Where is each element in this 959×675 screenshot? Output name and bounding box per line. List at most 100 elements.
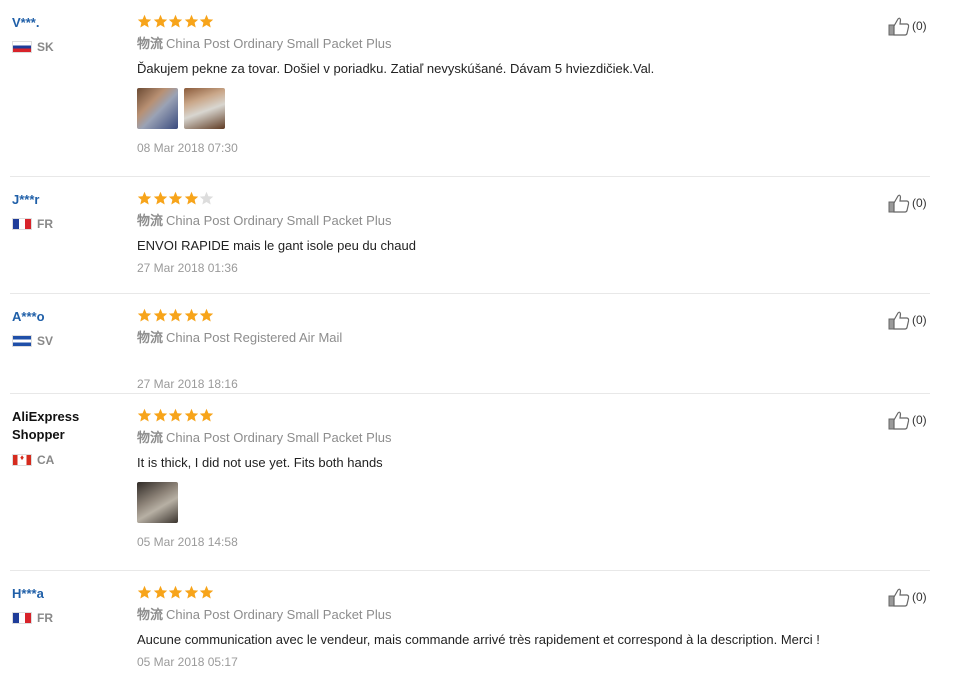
- star-filled-icon: [168, 308, 183, 322]
- star-filled-icon: [153, 308, 167, 322]
- reviewer: A***o SV: [12, 308, 122, 348]
- review-content: 物流 China Post Ordinary Small Packet Plus …: [137, 408, 877, 550]
- star-rating: [137, 308, 877, 324]
- flag-ca-icon: [12, 453, 32, 466]
- reviewer: H***a FR: [12, 585, 122, 625]
- star-filled-icon: [168, 191, 183, 205]
- review-photos: [137, 88, 877, 129]
- star-filled-icon: [199, 585, 214, 599]
- star-filled-icon: [137, 14, 152, 28]
- reviewer: V***. SK: [12, 14, 122, 54]
- shipping-method: 物流 China Post Registered Air Mail: [137, 330, 877, 346]
- reviewer-country: SV: [12, 334, 122, 348]
- star-filled-icon: [184, 191, 198, 205]
- reviewer-country: FR: [12, 611, 122, 625]
- star-rating: [137, 191, 877, 207]
- star-empty-icon: [199, 191, 214, 205]
- reviewer-country: CA: [12, 453, 122, 467]
- star-filled-icon: [184, 14, 198, 28]
- shipping-method: 物流 China Post Ordinary Small Packet Plus: [137, 213, 877, 229]
- review-comment: Aucune communication avec le vendeur, ma…: [137, 632, 820, 647]
- review-comment: It is thick, I did not use yet. Fits bot…: [137, 455, 383, 470]
- review-photo-thumbnail[interactable]: [137, 88, 178, 129]
- helpful-count: (0): [912, 590, 927, 604]
- review-date: 05 Mar 2018 05:17: [137, 655, 238, 669]
- country-code: SK: [37, 40, 54, 54]
- review-content: 物流 China Post Registered Air Mail 27 Mar …: [137, 308, 877, 392]
- reviewer-name[interactable]: H***a: [12, 585, 122, 603]
- review-comment: [137, 355, 877, 371]
- shipping-label: 物流: [137, 330, 164, 345]
- country-code: SV: [37, 334, 54, 348]
- star-rating: [137, 408, 877, 424]
- review-photos: [137, 482, 877, 523]
- shipping-text: China Post Ordinary Small Packet Plus: [166, 36, 392, 51]
- review-comment: Ďakujem pekne za tovar. Došiel v poriadk…: [137, 61, 655, 76]
- reviewer: J***r FR: [12, 191, 122, 231]
- review-comment: ENVOI RAPIDE mais le gant isole peu du c…: [137, 238, 416, 253]
- flag-sv-icon: [12, 335, 32, 347]
- shipping-label: 物流: [137, 36, 164, 51]
- star-filled-icon: [168, 585, 183, 599]
- thumbs-up-icon: [888, 194, 910, 213]
- reviewer-name[interactable]: V***.: [12, 14, 122, 32]
- star-filled-icon: [168, 408, 183, 422]
- star-filled-icon: [137, 585, 152, 599]
- reviewer: AliExpress Shopper CA: [12, 408, 122, 467]
- helpful-button[interactable]: (0): [888, 193, 927, 213]
- star-filled-icon: [184, 585, 198, 599]
- review-divider: [10, 176, 930, 177]
- thumbs-up-icon: [888, 411, 910, 430]
- review-date: 08 Mar 2018 07:30: [137, 141, 238, 155]
- star-filled-icon: [137, 308, 152, 322]
- review-divider: [10, 393, 930, 394]
- shipping-method: 物流 China Post Ordinary Small Packet Plus: [137, 36, 877, 52]
- review-content: 物流 China Post Ordinary Small Packet Plus …: [137, 585, 877, 670]
- star-filled-icon: [168, 14, 183, 28]
- star-filled-icon: [184, 408, 198, 422]
- review-content: 物流 China Post Ordinary Small Packet Plus …: [137, 14, 877, 156]
- helpful-button[interactable]: (0): [888, 16, 927, 36]
- helpful-count: (0): [912, 313, 927, 327]
- review-date: 05 Mar 2018 14:58: [137, 535, 238, 549]
- star-filled-icon: [153, 408, 167, 422]
- shipping-method: 物流 China Post Ordinary Small Packet Plus: [137, 607, 877, 623]
- star-filled-icon: [199, 308, 214, 322]
- shipping-label: 物流: [137, 213, 164, 228]
- thumbs-up-icon: [888, 311, 910, 330]
- review-photo-thumbnail[interactable]: [184, 88, 225, 129]
- review-photo-thumbnail[interactable]: [137, 482, 178, 523]
- star-filled-icon: [153, 191, 167, 205]
- star-filled-icon: [184, 308, 198, 322]
- star-filled-icon: [153, 585, 167, 599]
- country-code: FR: [37, 217, 53, 231]
- thumbs-up-icon: [888, 17, 910, 36]
- helpful-count: (0): [912, 196, 927, 210]
- star-filled-icon: [137, 408, 152, 422]
- helpful-button[interactable]: (0): [888, 587, 927, 607]
- star-rating: [137, 585, 877, 601]
- review-content: 物流 China Post Ordinary Small Packet Plus …: [137, 191, 877, 276]
- shipping-label: 物流: [137, 607, 164, 622]
- shipping-text: China Post Ordinary Small Packet Plus: [166, 607, 392, 622]
- shipping-text: China Post Ordinary Small Packet Plus: [166, 213, 392, 228]
- star-filled-icon: [137, 191, 152, 205]
- star-filled-icon: [199, 14, 214, 28]
- helpful-button[interactable]: (0): [888, 310, 927, 330]
- shipping-text: China Post Registered Air Mail: [166, 330, 343, 345]
- review-date: 27 Mar 2018 18:16: [137, 377, 238, 391]
- shipping-method: 物流 China Post Ordinary Small Packet Plus: [137, 430, 877, 446]
- shipping-label: 物流: [137, 430, 164, 445]
- helpful-button[interactable]: (0): [888, 410, 927, 430]
- country-code: CA: [37, 453, 55, 467]
- flag-fr-icon: [12, 612, 32, 624]
- reviewer-name[interactable]: J***r: [12, 191, 122, 209]
- helpful-count: (0): [912, 19, 927, 33]
- helpful-count: (0): [912, 413, 927, 427]
- star-filled-icon: [153, 14, 167, 28]
- flag-sk-icon: [12, 41, 32, 53]
- reviewer-name: AliExpress Shopper: [12, 409, 80, 442]
- reviewer-name[interactable]: A***o: [12, 308, 122, 326]
- review-list: V***. SK 物流 China Post Ordinary Small Pac…: [0, 0, 959, 675]
- reviewer-country: SK: [12, 40, 122, 54]
